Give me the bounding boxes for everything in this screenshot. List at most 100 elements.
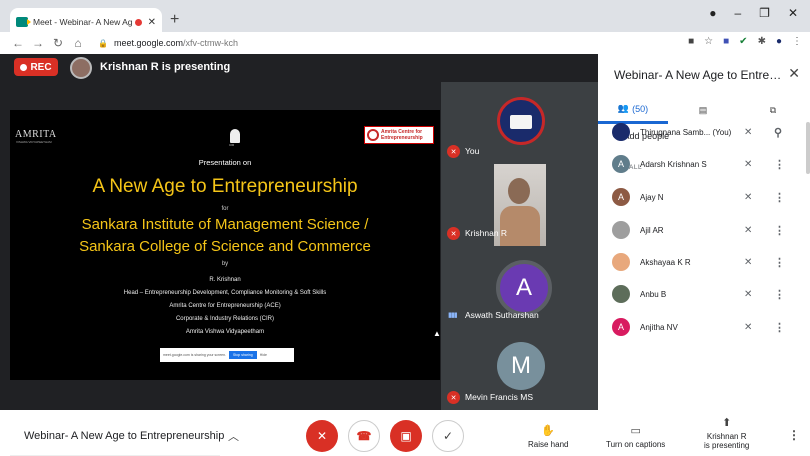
presenting-line1: Krishnan R [706, 432, 747, 441]
new-tab-button[interactable]: + [170, 11, 179, 29]
camera-indicator-icon[interactable]: ■ [688, 36, 694, 47]
extension-icon[interactable]: ■ [723, 36, 729, 47]
participant-name: Anjitha NV [640, 322, 678, 332]
mic-off-icon: ✕ [744, 224, 753, 236]
captions-label: Turn on captions [606, 440, 666, 449]
avatar [612, 221, 630, 239]
chevron-up-icon[interactable]: ︿ [228, 428, 239, 444]
participant-tile-mevin[interactable]: M ✕ Mevin Francis MS [441, 328, 598, 410]
panel-scrollbar[interactable] [806, 122, 810, 174]
minimize-button[interactable]: – [734, 6, 741, 20]
maximize-button[interactable]: ❐ [759, 6, 770, 20]
people-icon: 👥 [617, 103, 630, 113]
slide-presentation-on: Presentation on [198, 158, 252, 167]
present-icon: ⬆ [722, 417, 732, 429]
raise-hand-label: Raise hand [528, 440, 569, 449]
window-controls: ● – ❐ ✕ [709, 6, 810, 20]
check-icon: ✓ [442, 429, 454, 443]
check-extension-icon[interactable]: ✔ [739, 36, 747, 47]
extensions-area: ■ ☆ ■ ✔ ✱ ● ⋮ [688, 36, 802, 47]
presenting-label: Krishnan R is presenting [100, 61, 231, 73]
participant-name: Anbu B [640, 289, 667, 299]
amrita-logo: AMRITA [15, 129, 57, 140]
avatar [612, 285, 630, 303]
avatar: A [612, 188, 630, 206]
raise-hand-button[interactable]: ✋ Raise hand [528, 424, 568, 449]
record-dot-icon [20, 63, 28, 71]
profile-avatar-icon[interactable]: ● [776, 36, 782, 47]
ace-label-line2: Entrepreneurship [381, 135, 423, 141]
confirm-button[interactable]: ✓ [432, 420, 464, 452]
mic-off-icon: ✕ [744, 321, 753, 333]
close-panel-icon[interactable]: ✕ [788, 65, 800, 82]
leave-call-button[interactable]: ☎ [348, 420, 380, 452]
menu-icon[interactable]: ⋮ [792, 36, 802, 47]
rec-label: REC [30, 61, 52, 73]
participant-row[interactable]: Thirugnana Samb... (You) ✕ ⚲ [598, 116, 798, 148]
back-arrow-icon[interactable]: ← [8, 36, 28, 50]
address-bar[interactable]: 🔒 meet.google.com /xfv-ctmw-kch [98, 38, 238, 48]
home-icon[interactable]: ⌂ [68, 36, 88, 50]
bottom-toolbar: Webinar- A New Age to Entrepreneurship ︿… [0, 410, 810, 456]
tab-close-icon[interactable]: ✕ [148, 17, 156, 28]
participant-name: Akshayaa K R [640, 257, 691, 267]
avatar: A [612, 318, 630, 336]
reload-icon[interactable]: ↻ [48, 36, 68, 50]
meeting-name[interactable]: Webinar- A New Age to Entrepreneurship [24, 430, 224, 442]
puzzle-icon[interactable]: ✱ [758, 36, 766, 47]
mouse-cursor-icon: ▲ [433, 329, 441, 338]
cir-logo-icon [230, 129, 240, 143]
microphone-off-button[interactable]: ✕ [306, 420, 338, 452]
participant-row[interactable]: Anbu B ✕ ⋮ [598, 278, 798, 310]
participant-row[interactable]: A Anjitha NV ✕ ⋮ [598, 311, 798, 343]
participant-tile-you[interactable]: ✕ You [441, 82, 598, 164]
more-options-icon[interactable]: ⋮ [788, 428, 800, 442]
close-window-button[interactable]: ✕ [788, 6, 798, 20]
participant-name: Thirugnana Samb... (You) [640, 127, 732, 137]
stop-sharing-button[interactable]: Stop sharing [229, 351, 257, 359]
forward-arrow-icon[interactable]: → [28, 36, 48, 50]
people-count: (50) [632, 103, 649, 114]
camera-off-button[interactable]: ▣ [390, 420, 422, 452]
avatar: M [497, 342, 545, 390]
star-icon[interactable]: ☆ [704, 36, 713, 47]
avatar: A [496, 260, 552, 316]
avatar [612, 253, 630, 271]
more-options-icon[interactable]: ⋮ [774, 158, 785, 171]
presenter-avatar [70, 57, 92, 79]
more-options-icon[interactable]: ⋮ [774, 288, 785, 301]
participant-tile-krishnan[interactable]: ✕ Krishnan R [441, 164, 598, 246]
more-options-icon[interactable]: ⋮ [774, 321, 785, 334]
share-notice-text: meet.google.com is sharing your screen. [163, 353, 227, 357]
people-panel: Webinar- A New Age to Entrepre... ✕ 👥 (5… [598, 54, 810, 410]
participant-row[interactable]: Akshayaa K R ✕ ⋮ [598, 246, 798, 278]
tab-title: Meet - Webinar- A New Age [33, 17, 132, 27]
participant-row[interactable]: Ajil AR ✕ ⋮ [598, 214, 798, 246]
slide-by: by [221, 261, 229, 267]
ace-logo-icon [367, 129, 379, 141]
participant-row[interactable]: A Ajay N ✕ ⋮ [598, 181, 798, 213]
ace-logo: Amrita Centre for Entrepreneurship [364, 126, 434, 144]
panel-title: Webinar- A New Age to Entrepre... [614, 68, 784, 82]
pin-icon[interactable]: ⚲ [774, 126, 782, 139]
participant-tile-aswath[interactable]: A ▮▮▮ Aswath Sutharshan [441, 246, 598, 328]
more-options-icon[interactable]: ⋮ [774, 191, 785, 204]
mic-off-icon: ✕ [316, 429, 328, 443]
mic-off-icon: ✕ [744, 191, 753, 203]
mic-off-icon: ✕ [447, 391, 460, 404]
captions-button[interactable]: ▭ Turn on captions [606, 424, 665, 449]
more-options-icon[interactable]: ⋮ [774, 256, 785, 269]
profile-icon[interactable]: ● [709, 6, 716, 20]
recording-badge: REC [14, 58, 58, 76]
participant-name: Adarsh Krishnan S [640, 159, 707, 169]
sankara-logo [497, 97, 545, 145]
participant-name: Ajay N [640, 192, 664, 202]
tile-name: Krishnan R [465, 228, 508, 238]
more-options-icon[interactable]: ⋮ [774, 224, 785, 237]
participant-row[interactable]: A Adarsh Krishnan S ✕ ⋮ [598, 148, 798, 180]
activities-icon: ⧉ [769, 104, 777, 115]
hide-button[interactable]: Hide [260, 353, 267, 357]
participant-name: Ajil AR [640, 225, 664, 235]
presenting-button[interactable]: ⬆ Krishnan R is presenting [704, 416, 749, 450]
url-path: /xfv-ctmw-kch [183, 38, 239, 48]
